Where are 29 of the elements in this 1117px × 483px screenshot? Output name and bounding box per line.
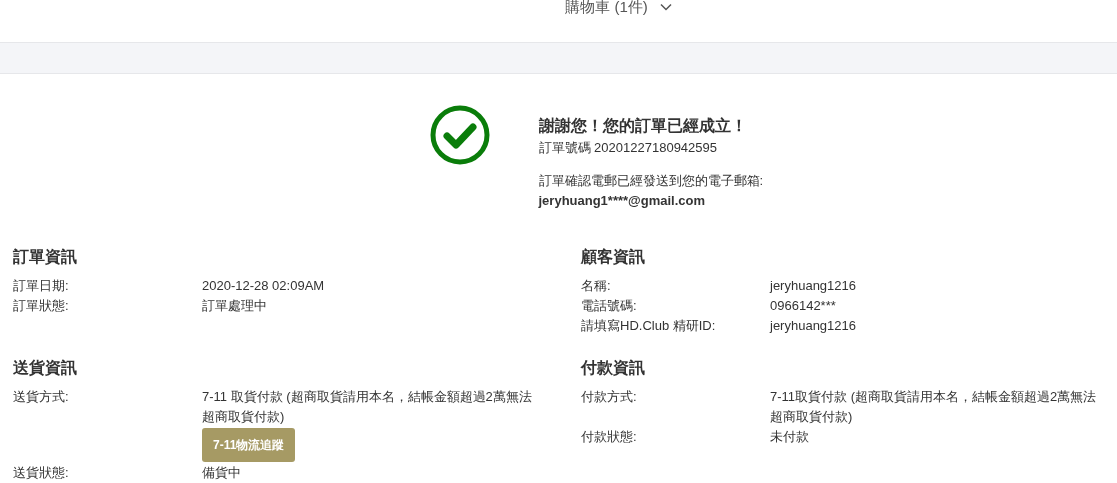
field-label: 訂單日期:: [13, 277, 70, 295]
field-label: 請填寫HD.Club 精研ID:: [581, 317, 717, 335]
confirmation-title: 謝謝您！您的訂單已經成立！: [538, 116, 748, 136]
field-label: 名稱:: [581, 277, 612, 295]
field-value: 7-11 取貨付款 (超商取貨請用本名，結帳金額超過2萬無法超商取貨付款): [202, 388, 533, 426]
cart-dropdown[interactable]: 購物車 (1件): [445, 0, 672, 16]
field-value: 2020-12-28 02:09AM: [202, 277, 326, 295]
field-value: jeryhuang1216: [770, 317, 858, 335]
field-label: 電話號碼:: [581, 297, 638, 315]
field-value: jeryhuang1216: [770, 277, 858, 295]
section-title: 付款資訊: [581, 358, 646, 378]
field-value: 7-11取貨付款 (超商取貨請用本名，結帳金額超過2萬無法超商取貨付款): [770, 388, 1098, 426]
field-label: 付款方式:: [581, 388, 638, 406]
section-title: 顧客資訊: [581, 247, 646, 267]
field-value: 訂單處理中: [202, 297, 268, 315]
field-value: 未付款: [770, 428, 810, 446]
chevron-icon: [659, 3, 672, 11]
section-title: 訂單資訊: [13, 247, 78, 267]
email-note: 訂單確認電郵已經發送到您的電子郵箱:: [538, 172, 765, 190]
field-value: 0966142***: [770, 297, 837, 315]
section-title: 送貨資訊: [13, 358, 78, 378]
order-number: 訂單號碼 20201227180942595: [538, 139, 719, 157]
field-label: 付款狀態:: [581, 428, 638, 446]
field-label: 送貨方式:: [13, 388, 70, 406]
check-circle-icon: [428, 104, 491, 166]
field-value: 備貨中: [202, 464, 242, 482]
field-label: 訂單狀態:: [13, 297, 70, 315]
field-label: 送貨狀態:: [13, 464, 70, 482]
email-address: jeryhuang1****@gmail.com: [538, 192, 707, 210]
